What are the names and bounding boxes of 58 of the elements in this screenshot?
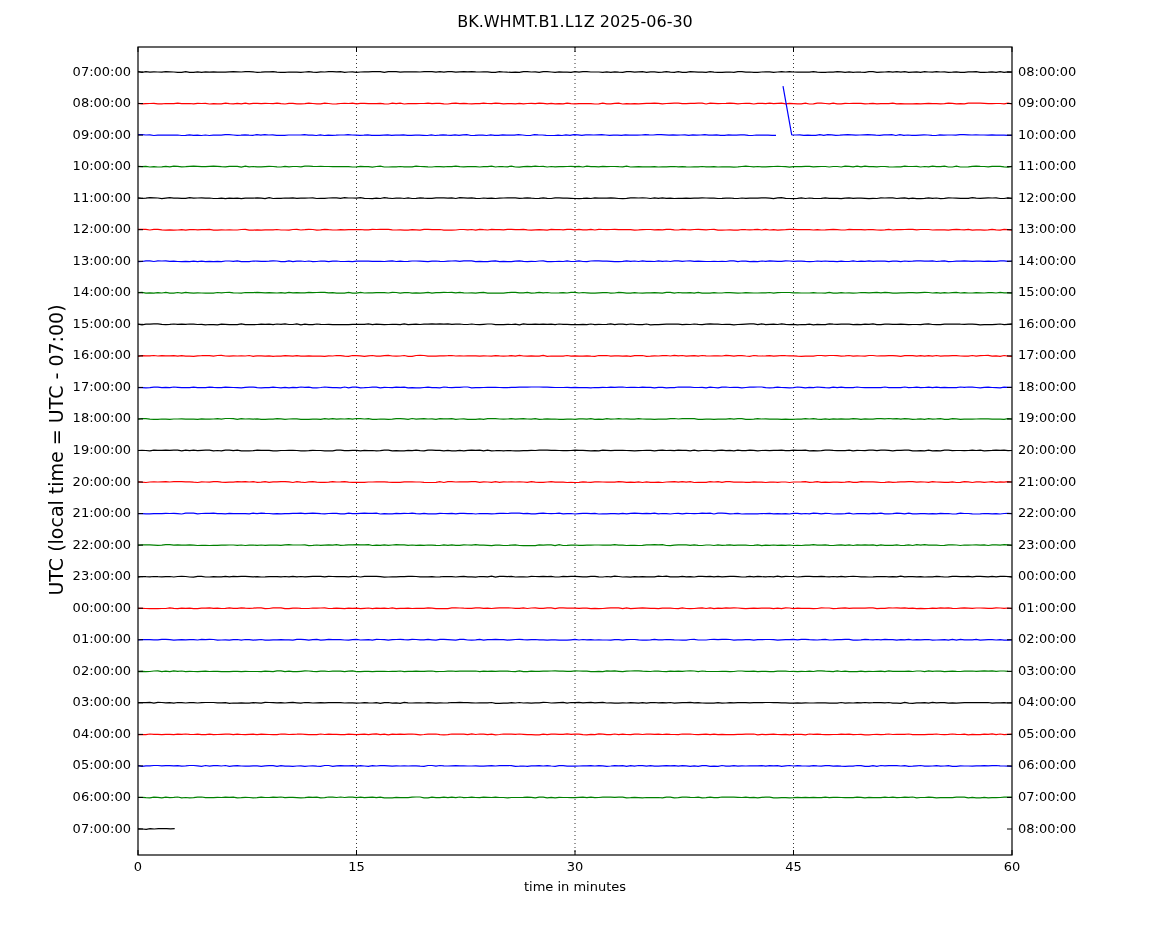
- tick-label: 20:00:00: [72, 473, 131, 489]
- tick-label: 06:00:00: [72, 788, 131, 804]
- tick-label: 06:00:00: [1018, 757, 1077, 773]
- tick-label: 21:00:00: [1018, 473, 1077, 489]
- tick-label: 22:00:00: [72, 536, 131, 552]
- tick-label: 15:00:00: [72, 315, 131, 331]
- tick-label: 17:00:00: [1018, 347, 1077, 363]
- tick-label: 15:00:00: [1018, 284, 1077, 300]
- y-axis-label: UTC (local time = UTC - 07:00): [44, 304, 67, 596]
- tick-label: 09:00:00: [1018, 95, 1077, 111]
- tick-label: 18:00:00: [1018, 378, 1077, 394]
- tick-label: 20:00:00: [1018, 442, 1077, 457]
- tick-label: 14:00:00: [1018, 252, 1077, 268]
- tick-label: 08:00:00: [1018, 63, 1077, 79]
- tick-label: 02:00:00: [1018, 631, 1077, 647]
- tick-label: 22:00:00: [1018, 505, 1077, 521]
- tick-label: 07:00:00: [72, 820, 131, 836]
- tick-label: 10:00:00: [1018, 126, 1077, 142]
- x-axis-label: time in minutes: [523, 878, 627, 894]
- tick-label: 03:00:00: [72, 694, 131, 710]
- tick-label: 00:00:00: [72, 599, 131, 615]
- tick-label: 05:00:00: [72, 757, 131, 773]
- tick-label: 11:00:00: [72, 189, 131, 205]
- tick-label: 02:00:00: [72, 662, 131, 678]
- tick-label: 0: [133, 858, 143, 874]
- tick-label: 04:00:00: [1018, 694, 1077, 710]
- tick-label: 12:00:00: [72, 221, 131, 237]
- tick-label: 21:00:00: [72, 505, 131, 521]
- tick-label: 05:00:00: [1018, 725, 1077, 741]
- tick-label: 03:00:00: [1018, 662, 1077, 678]
- tick-label: 18:00:00: [72, 410, 131, 426]
- tick-label: 14:00:00: [72, 284, 131, 300]
- tick-label: 00:00:00: [1018, 568, 1077, 584]
- tick-label: 23:00:00: [1018, 536, 1077, 552]
- tick-label: 60: [1003, 858, 1021, 874]
- tick-label: 23:00:00: [72, 568, 131, 584]
- tick-label: 19:00:00: [1018, 410, 1077, 426]
- tick-label: 13:00:00: [72, 252, 131, 268]
- tick-label: 10:00:00: [72, 158, 131, 174]
- tick-label: 09:00:00: [72, 126, 131, 142]
- tick-label: 30: [566, 858, 584, 874]
- tick-label: 07:00:00: [1018, 788, 1077, 804]
- tick-label: 08:00:00: [1018, 820, 1077, 836]
- tick-label: 13:00:00: [1018, 221, 1077, 237]
- tick-label: 08:00:00: [72, 95, 131, 111]
- tick-label: 17:00:00: [72, 378, 131, 394]
- tick-label: 11:00:00: [1018, 158, 1077, 174]
- tick-label: 12:00:00: [1018, 189, 1077, 205]
- tick-label: 16:00:00: [1018, 315, 1077, 331]
- tick-label: 01:00:00: [72, 631, 131, 647]
- tick-label: 01:00:00: [1018, 599, 1077, 615]
- tick-label: 45: [785, 858, 802, 874]
- tick-label: 19:00:00: [72, 442, 131, 457]
- tick-label: 15: [348, 858, 365, 874]
- tick-label: 16:00:00: [72, 347, 131, 363]
- chart-title: BK.WHMT.B1.L1Z 2025-06-30: [457, 11, 693, 33]
- tick-label: 04:00:00: [72, 725, 131, 741]
- tick-label: 07:00:00: [72, 63, 131, 79]
